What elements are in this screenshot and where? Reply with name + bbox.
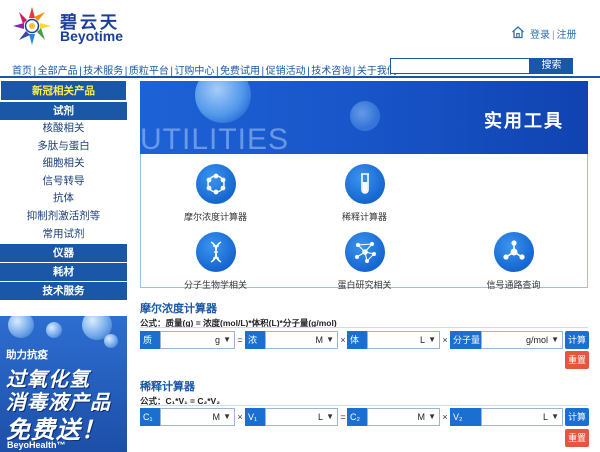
- molarity-reset-button[interactable]: 重置: [565, 351, 589, 369]
- section-divider: [140, 327, 588, 328]
- promo-line-5: BeyoHealth™: [7, 440, 66, 450]
- promo-bubble: [46, 322, 62, 338]
- volume-unit-select[interactable]: L ▼: [367, 331, 440, 349]
- promo-bubble: [104, 334, 118, 348]
- dilution-reset-button[interactable]: 重置: [565, 429, 589, 447]
- chevron-down-icon: ▼: [428, 335, 436, 344]
- operator: ×: [442, 412, 448, 422]
- molarity-calculate-button[interactable]: 计算: [565, 331, 589, 349]
- volume-label: 体积: [347, 331, 367, 363]
- tool-protein-research[interactable]: 蛋白研究相关: [290, 232, 439, 291]
- dilution-calculate-button[interactable]: 计算: [565, 408, 589, 426]
- tool-molarity-calculator[interactable]: 摩尔浓度计算器: [141, 164, 290, 223]
- dilution-calculator-title: 稀释计算器: [140, 381, 195, 393]
- molarity-calculator-title: 摩尔浓度计算器: [140, 303, 217, 315]
- tool-label: 分子生物学相关: [183, 280, 247, 290]
- v2-unit-value: L: [542, 412, 548, 422]
- nav-divider: [0, 76, 600, 78]
- v1-unit-value: L: [317, 412, 323, 422]
- operator: ×: [237, 412, 243, 422]
- molecular-weight-label: 分子量: [450, 331, 481, 349]
- molecule-ring-icon: [195, 164, 236, 204]
- operator: ×: [442, 335, 448, 345]
- sidebar-item-cell[interactable]: 细胞相关: [0, 155, 127, 173]
- chevron-down-icon: ▼: [551, 412, 559, 421]
- section-divider: [140, 405, 588, 406]
- c2-unit-value: M: [417, 412, 426, 422]
- sidebar-item-consumables[interactable]: 耗材: [0, 262, 127, 282]
- sidebar: 新冠相关产品 试剂 核酸相关 多肽与蛋白 细胞相关 信号转导 抗体 抑制剂激活剂…: [0, 80, 127, 301]
- sidebar-item-peptide-protein[interactable]: 多肽与蛋白: [0, 137, 127, 156]
- v2-label: V₂: [450, 408, 481, 426]
- tool-signal-pathway[interactable]: 信号通路查询: [439, 232, 588, 291]
- dna-icon: [195, 232, 236, 272]
- banner-watermark: UTILITIES: [140, 123, 290, 154]
- tool-label: 蛋白研究相关: [337, 280, 392, 290]
- sidebar-item-instruments[interactable]: 仪器: [0, 243, 127, 263]
- sidebar-item-covid-products[interactable]: 新冠相关产品: [0, 80, 127, 101]
- chevron-down-icon: ▼: [223, 412, 231, 421]
- chevron-down-icon: ▼: [428, 412, 436, 421]
- c1-unit-value: M: [212, 412, 221, 422]
- chevron-down-icon: ▼: [551, 335, 559, 344]
- tool-dilution-calculator[interactable]: 稀释计算器: [290, 164, 439, 223]
- promo-banner[interactable]: 助力抗疫 过氧化氢 消毒液产品 免费送！ BeyoHealth™: [0, 316, 127, 452]
- sidebar-item-common-reagents[interactable]: 常用试剂: [0, 225, 127, 244]
- sidebar-item-signal[interactable]: 信号转导: [0, 172, 127, 191]
- chevron-down-icon: ▼: [223, 335, 231, 344]
- cell-graphic: [350, 101, 380, 131]
- register-link[interactable]: 注册: [557, 30, 577, 41]
- mass-unit-value: g: [214, 335, 220, 345]
- v2-unit-select[interactable]: L ▼: [481, 408, 563, 426]
- mass-label: 质量: [140, 331, 160, 363]
- c2-label: C₂: [347, 408, 367, 426]
- operator: =: [237, 335, 243, 345]
- sidebar-item-antibody[interactable]: 抗体: [0, 190, 127, 208]
- chevron-down-icon: ▼: [326, 412, 334, 421]
- tool-molecular-biology[interactable]: 分子生物学相关: [141, 232, 290, 291]
- auth-links: 登录 | 注册: [530, 26, 577, 41]
- auth-separator: |: [552, 30, 555, 41]
- cell-graphic: [195, 81, 251, 123]
- search-button[interactable]: 搜索: [530, 58, 573, 74]
- sidebar-item-tech-service[interactable]: 技术服务: [0, 281, 127, 301]
- top-navigation: 首页 | 全部产品 | 技术服务 | 质粒平台 | 订购中心 | 免费试用 | 促销活动 | 技术咨询 | 关于…: [12, 62, 397, 77]
- v1-unit-select[interactable]: L ▼: [265, 408, 338, 426]
- molecular-weight-unit-select[interactable]: g/mol ▼: [481, 331, 563, 349]
- home-icon[interactable]: [511, 25, 525, 39]
- login-link[interactable]: 登录: [530, 30, 550, 41]
- concentration-label: 浓度: [245, 331, 265, 363]
- promo-bubble: [8, 316, 34, 338]
- page-title: 实用工具: [484, 111, 564, 131]
- promo-line-1: 助力抗疫: [6, 349, 48, 361]
- mass-unit-select[interactable]: g ▼: [160, 331, 235, 349]
- v1-label: V₁: [245, 408, 265, 426]
- signal-node-icon: [493, 232, 534, 272]
- beyotime-logo-icon[interactable]: [12, 6, 52, 46]
- volume-unit-value: L: [419, 335, 425, 345]
- molecular-weight-unit-value: g/mol: [525, 335, 548, 345]
- c1-unit-select[interactable]: M ▼: [160, 408, 235, 426]
- test-tube-icon: [344, 164, 385, 204]
- tool-label: 稀释计算器: [341, 212, 387, 222]
- c2-unit-select[interactable]: M ▼: [367, 408, 440, 426]
- utilities-banner: UTILITIES 实用工具: [140, 81, 588, 154]
- brand-name-en: Beyotime: [60, 28, 124, 44]
- tools-grid: 摩尔浓度计算器 稀释计算器 分子生物学相关 蛋白研究相关 信号通路查询: [140, 154, 588, 291]
- c1-label: C₁: [140, 408, 160, 426]
- sidebar-item-inhibitors[interactable]: 抑制剂激活剂等: [0, 207, 127, 226]
- tool-label: 信号通路查询: [486, 280, 541, 290]
- concentration-unit-select[interactable]: M ▼: [265, 331, 338, 349]
- concentration-unit-value: M: [315, 335, 324, 345]
- search-input[interactable]: [390, 58, 530, 74]
- chevron-down-icon: ▼: [326, 335, 334, 344]
- sidebar-item-nucleic-acid[interactable]: 核酸相关: [0, 120, 127, 138]
- tool-label: 摩尔浓度计算器: [183, 212, 247, 222]
- protein-network-icon: [344, 232, 385, 272]
- sidebar-item-reagents[interactable]: 试剂: [0, 101, 127, 120]
